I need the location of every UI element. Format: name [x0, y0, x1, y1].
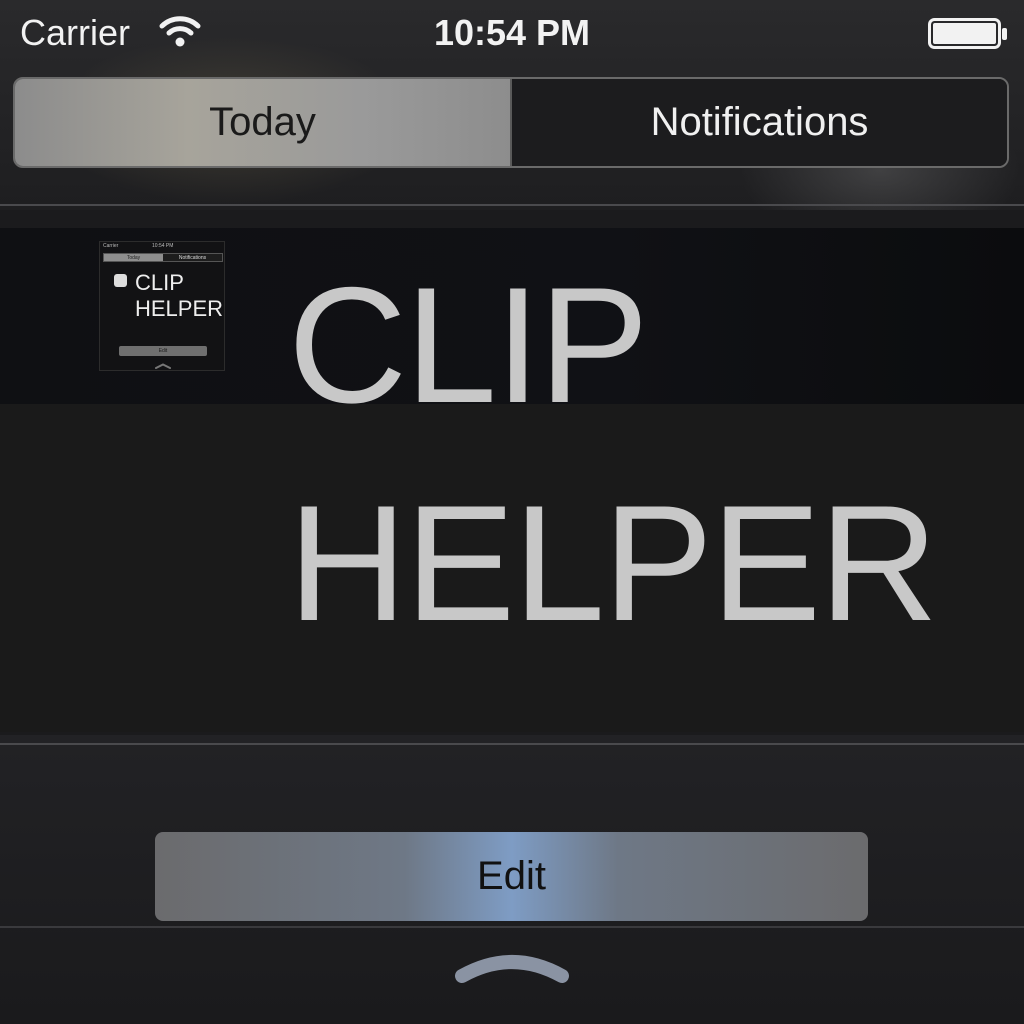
app-icon[interactable]: Carrier 10:54 PM Today Notifications CLI… — [99, 241, 225, 371]
edit-button[interactable]: Edit — [155, 832, 868, 921]
thumbnail-time: 10:54 PM — [152, 243, 174, 249]
widget-title: CLIP HELPER — [288, 236, 1008, 672]
thumbnail-title: CLIP HELPER — [135, 270, 223, 322]
thumbnail-edit-button: Edit — [119, 346, 207, 356]
status-time: 10:54 PM — [433, 12, 591, 53]
thumbnail-tab-notifications: Notifications — [163, 254, 222, 261]
widget-title-line1: CLIP — [288, 253, 649, 437]
tab-today[interactable]: Today — [15, 79, 510, 166]
battery-icon — [928, 18, 1007, 49]
chevron-up-icon[interactable] — [452, 950, 572, 990]
edit-button-label: Edit — [477, 854, 546, 898]
widget-title-line2: HELPER — [288, 471, 938, 655]
thumbnail-tabs: Today Notifications — [103, 253, 223, 262]
thumbnail-tab-today: Today — [104, 254, 163, 261]
thumbnail-chevron-icon — [155, 363, 171, 369]
header-divider — [0, 204, 1024, 206]
footer-divider — [0, 743, 1024, 745]
bottom-divider — [0, 926, 1024, 928]
thumbnail-carrier: Carrier — [103, 243, 119, 249]
thumbnail-status-bar: Carrier 10:54 PM — [100, 242, 224, 252]
status-bar: Carrier 10:54 PM — [0, 0, 1024, 70]
tab-notifications-label: Notifications — [650, 100, 869, 144]
tab-today-label: Today — [209, 100, 316, 144]
thumbnail-grid-icon — [114, 274, 127, 287]
thumbnail-title-line2: HELPER — [135, 296, 224, 321]
segmented-control: Today Notifications — [13, 77, 1009, 168]
tab-notifications[interactable]: Notifications — [510, 79, 1007, 166]
thumbnail-title-line1: CLIP — [135, 270, 184, 295]
